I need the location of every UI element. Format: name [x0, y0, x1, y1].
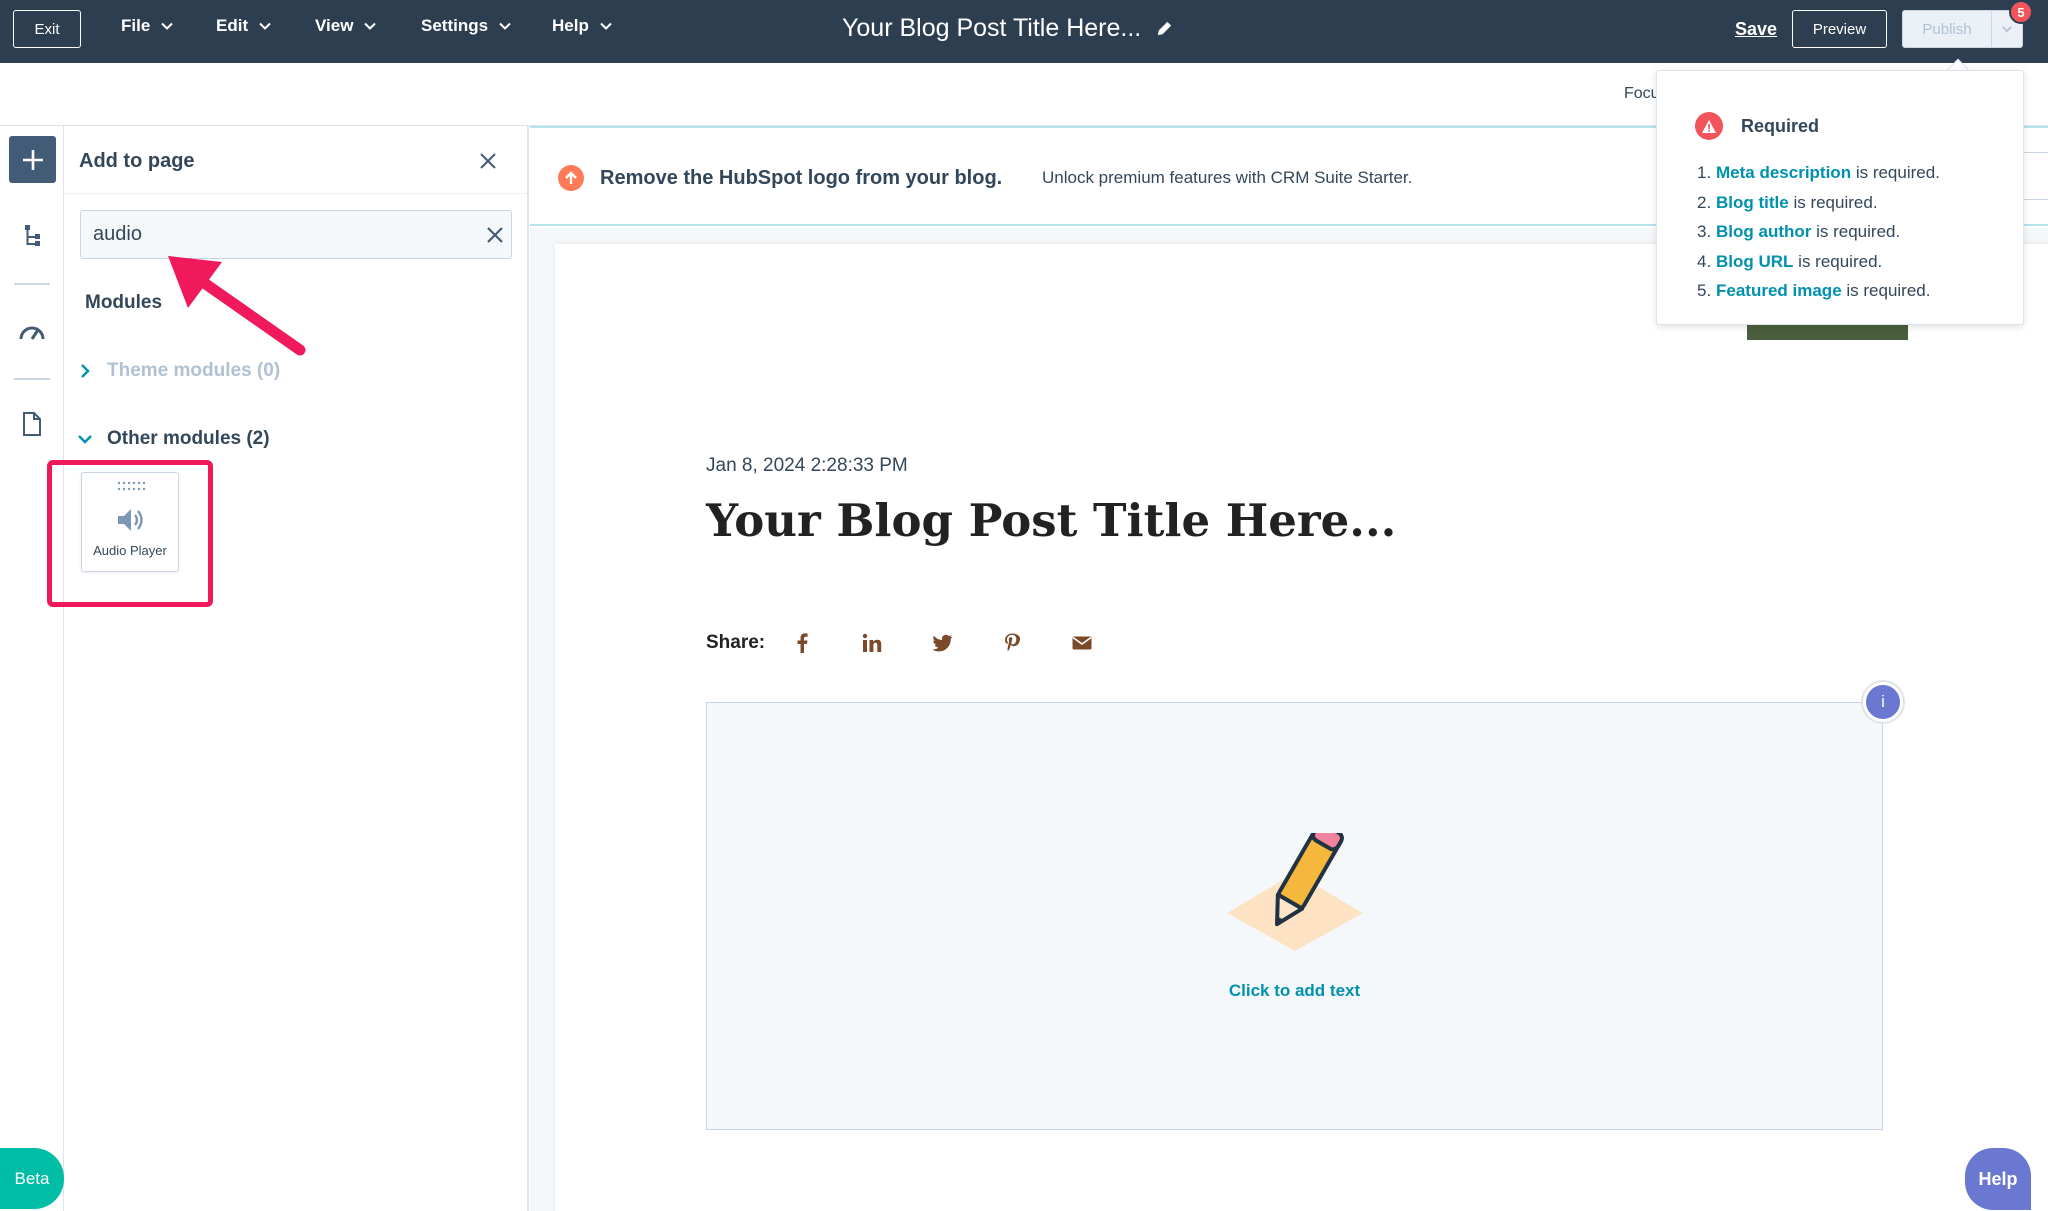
menu-view[interactable]: View: [315, 16, 377, 36]
highlight-annotation: [47, 460, 213, 607]
add-module-button[interactable]: [9, 136, 56, 183]
rich-text-placeholder[interactable]: Click to add text: [706, 702, 1883, 1130]
chevron-right-icon: [81, 364, 90, 378]
layers-tree-button[interactable]: [18, 222, 46, 250]
close-icon[interactable]: [479, 152, 497, 170]
exit-button[interactable]: Exit: [13, 10, 81, 48]
document-title[interactable]: Your Blog Post Title Here...: [842, 14, 1174, 43]
chevron-down-icon: [78, 435, 92, 444]
item-number: 3.: [1697, 222, 1712, 241]
email-icon[interactable]: [1071, 632, 1093, 654]
chevron-down-icon: [600, 22, 612, 30]
item-suffix: is required.: [1788, 192, 1878, 212]
twitter-icon[interactable]: [931, 632, 953, 654]
publish-button[interactable]: Publish: [1902, 10, 2023, 48]
popover-title: Required: [1741, 116, 1820, 136]
clear-search-icon[interactable]: [486, 226, 504, 244]
document-icon: [23, 412, 41, 436]
required-fields-popover: Required 1. Meta description is required.…: [1656, 70, 2024, 325]
arrow-annotation-icon: [168, 256, 306, 356]
list-item: 2. Blog title is required.: [1697, 193, 1940, 223]
blog-title-link[interactable]: Blog title: [1716, 193, 1789, 212]
item-number: 2.: [1697, 192, 1712, 212]
theme-modules-group[interactable]: Theme modules (0): [77, 360, 280, 382]
focus-mode-label[interactable]: Focu: [1624, 85, 1660, 103]
speedometer-icon: [19, 326, 45, 340]
theme-modules-label: Theme modules (0): [107, 360, 281, 381]
save-button[interactable]: Save: [1735, 19, 1777, 40]
banner-cta-button[interactable]: [2020, 152, 2048, 200]
list-item: 5. Featured image is required.: [1697, 281, 1940, 311]
share-row: Share:: [706, 632, 1141, 654]
menu-file[interactable]: File: [121, 16, 174, 36]
menu-view-label: View: [315, 16, 354, 35]
page-settings-button[interactable]: [18, 410, 46, 438]
banner-text: Unlock premium features with CRM Suite S…: [1042, 168, 1413, 187]
item-number: 1.: [1697, 163, 1712, 182]
chevron-down-icon: [364, 22, 377, 30]
rail-divider: [14, 283, 50, 285]
plus-icon: [22, 149, 43, 170]
list-item: 4. Blog URL is required.: [1697, 252, 1940, 282]
other-modules-group[interactable]: Other modules (2): [77, 428, 270, 450]
list-item: 3. Blog author is required.: [1697, 222, 1940, 252]
click-to-add-text[interactable]: Click to add text: [707, 981, 1882, 1001]
pencil-icon[interactable]: [1155, 19, 1174, 38]
blog-url-link[interactable]: Blog URL: [1716, 252, 1793, 271]
item-suffix: is required.: [1793, 251, 1883, 271]
other-modules-label: Other modules (2): [107, 428, 270, 449]
item-suffix: is required.: [1841, 281, 1931, 300]
top-bar: Exit File Edit View Settings Help Your B…: [0, 0, 2048, 63]
linkedin-icon[interactable]: [861, 632, 883, 654]
preview-button[interactable]: Preview: [1792, 10, 1887, 48]
item-suffix: is required.: [1811, 222, 1901, 241]
document-title-text: Your Blog Post Title Here...: [842, 14, 1142, 42]
required-fields-list: 1. Meta description is required. 2. Blog t…: [1697, 163, 1940, 311]
menu-edit[interactable]: Edit: [216, 16, 272, 36]
facebook-icon[interactable]: [791, 632, 813, 654]
panel-title: Add to page: [79, 150, 195, 172]
chevron-down-icon: [161, 22, 174, 30]
chevron-down-icon: [499, 22, 511, 30]
menu-file-label: File: [121, 16, 151, 35]
panel-header: Add to page: [65, 126, 527, 194]
item-number: 4.: [1697, 251, 1712, 271]
optimize-button[interactable]: [18, 318, 46, 346]
menu-help-label: Help: [552, 16, 589, 35]
menu-settings-label: Settings: [421, 16, 489, 35]
item-suffix: is required.: [1851, 163, 1940, 182]
menu-edit-label: Edit: [216, 16, 249, 35]
post-title[interactable]: Your Blog Post Title Here...: [706, 494, 1396, 547]
meta-description-link[interactable]: Meta description: [1716, 163, 1851, 182]
modules-section-label: Modules: [85, 292, 163, 313]
warning-icon: [1695, 112, 1723, 140]
left-rail: [0, 126, 64, 1211]
info-icon[interactable]: i: [1863, 682, 1903, 722]
list-item: 1. Meta description is required.: [1697, 163, 1940, 193]
pencil-illustration-icon: [1227, 833, 1363, 951]
rail-divider: [14, 378, 50, 380]
item-number: 5.: [1697, 281, 1712, 300]
beta-button[interactable]: Beta: [0, 1148, 64, 1209]
share-label: Share:: [706, 632, 766, 653]
banner-headline: Remove the HubSpot logo from your blog.: [600, 167, 1003, 189]
featured-image-link[interactable]: Featured image: [1716, 281, 1842, 300]
pinterest-icon[interactable]: [1001, 632, 1023, 654]
menu-help[interactable]: Help: [552, 16, 613, 36]
publish-issues-badge: 5: [2009, 0, 2033, 24]
upgrade-arrow-icon: [558, 165, 584, 191]
post-date: Jan 8, 2024 2:28:33 PM: [706, 455, 908, 476]
blog-author-link[interactable]: Blog author: [1716, 222, 1811, 241]
chevron-down-icon: [259, 22, 271, 30]
help-button[interactable]: Help: [1965, 1148, 2031, 1210]
menu-settings[interactable]: Settings: [421, 16, 512, 36]
chevron-down-icon: [2002, 26, 2012, 33]
tree-icon: [25, 225, 40, 246]
publish-label: Publish: [1922, 20, 1972, 38]
